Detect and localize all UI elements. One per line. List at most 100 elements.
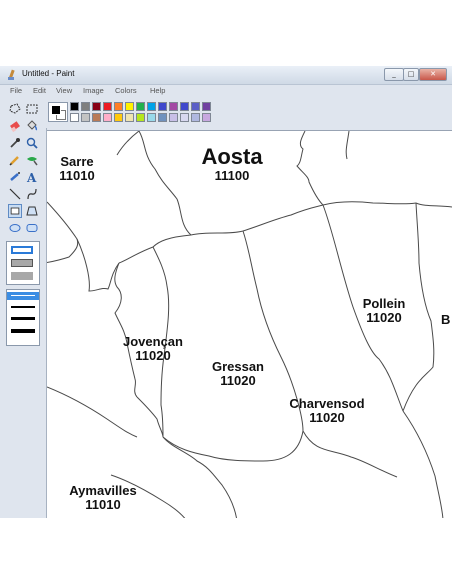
border-bottom-left bbox=[136, 396, 164, 438]
border-aosta-east bbox=[296, 131, 324, 206]
palette-swatch[interactable] bbox=[191, 102, 200, 111]
menu-image[interactable]: Image bbox=[83, 86, 104, 95]
drawing-canvas[interactable]: Sarre 11010 Aosta 11100 Jovençan 11020 G… bbox=[47, 130, 452, 518]
menu-colors[interactable]: Colors bbox=[115, 86, 137, 95]
palette-swatch[interactable] bbox=[202, 102, 211, 111]
palette-swatch[interactable] bbox=[191, 113, 200, 122]
commune-code: 11020 bbox=[309, 410, 345, 426]
border-gressan-south bbox=[162, 430, 304, 462]
palette-swatch[interactable] bbox=[125, 102, 134, 111]
palette-swatch[interactable] bbox=[169, 102, 178, 111]
palette-swatch[interactable] bbox=[158, 113, 167, 122]
menu-bar: File Edit View Image Colors Help bbox=[0, 85, 452, 97]
current-colors bbox=[48, 102, 68, 122]
commune-name: Aymavilles bbox=[69, 483, 137, 498]
commune-code: 11020 bbox=[220, 373, 256, 389]
minimize-button[interactable]: _ bbox=[384, 68, 404, 81]
palette-swatch[interactable] bbox=[103, 113, 112, 122]
commune-name: Charvensod bbox=[289, 396, 365, 411]
palette-swatch[interactable] bbox=[169, 113, 178, 122]
commune-label-pollein: Pollein 11020 bbox=[338, 296, 430, 326]
palette-swatch[interactable] bbox=[136, 102, 145, 111]
palette-swatch[interactable] bbox=[114, 102, 123, 111]
line-width-selected-bg bbox=[7, 292, 39, 300]
menu-view[interactable]: View bbox=[56, 86, 72, 95]
palette-swatch[interactable] bbox=[136, 113, 145, 122]
line-width-3[interactable] bbox=[11, 317, 35, 320]
palette-swatch[interactable] bbox=[180, 113, 189, 122]
palette-swatch[interactable] bbox=[125, 113, 134, 122]
commune-label-aymavilles: Aymavilles 11010 bbox=[53, 483, 153, 513]
palette-swatch[interactable] bbox=[180, 102, 189, 111]
menu-edit[interactable]: Edit bbox=[33, 86, 46, 95]
airbrush-icon[interactable] bbox=[8, 170, 22, 184]
close-button[interactable]: ✕ bbox=[419, 68, 447, 81]
line-width-panel bbox=[6, 289, 40, 346]
title-bar[interactable]: Untitled - Paint _ □ ✕ bbox=[0, 66, 452, 85]
palette-swatch[interactable] bbox=[158, 102, 167, 111]
palette-swatch[interactable] bbox=[147, 102, 156, 111]
fill-bucket-icon[interactable] bbox=[25, 119, 39, 133]
line-width-2[interactable] bbox=[11, 306, 35, 308]
line-width-4[interactable] bbox=[11, 329, 35, 333]
fill-style-panel bbox=[6, 241, 40, 285]
curve-icon[interactable] bbox=[25, 187, 39, 201]
palette-swatch[interactable] bbox=[81, 113, 90, 122]
magnifier-icon[interactable] bbox=[25, 136, 39, 150]
outline-fill-option[interactable] bbox=[11, 259, 33, 267]
eraser-icon[interactable] bbox=[8, 119, 22, 133]
border-sarre-jovencan bbox=[47, 201, 79, 263]
line-icon[interactable] bbox=[8, 187, 22, 201]
color-palette bbox=[46, 98, 452, 128]
palette-swatch[interactable] bbox=[114, 113, 123, 122]
border-aosta-south bbox=[190, 204, 324, 236]
paint-window: Untitled - Paint _ □ ✕ File Edit View Im… bbox=[0, 66, 452, 518]
border-far-left-lower bbox=[47, 386, 138, 438]
palette-swatch[interactable] bbox=[70, 102, 79, 111]
palette-swatch[interactable] bbox=[81, 102, 90, 111]
pencil-icon[interactable] bbox=[8, 153, 22, 167]
commune-label-charvensod: Charvensod 11020 bbox=[272, 396, 382, 426]
paint-app-icon bbox=[8, 69, 15, 80]
menu-file[interactable]: File bbox=[10, 86, 22, 95]
border-aosta-left-upper bbox=[116, 131, 140, 156]
commune-name: Sarre bbox=[60, 154, 94, 169]
free-form-select-icon[interactable] bbox=[8, 102, 22, 116]
ellipse-icon[interactable] bbox=[8, 221, 22, 235]
border-charvensod-south bbox=[302, 430, 398, 478]
rectangle-select-icon[interactable] bbox=[25, 102, 39, 116]
line-width-1[interactable] bbox=[11, 295, 35, 296]
border-aymavilles-east bbox=[162, 436, 237, 518]
palette-swatch[interactable] bbox=[103, 102, 112, 111]
maximize-button[interactable]: □ bbox=[403, 68, 419, 81]
fill-only-option[interactable] bbox=[11, 272, 33, 280]
commune-code: 11100 bbox=[214, 168, 250, 184]
commune-code: 11010 bbox=[59, 168, 95, 184]
outline-only-option[interactable] bbox=[11, 246, 33, 254]
rounded-rectangle-icon[interactable] bbox=[25, 221, 39, 235]
primary-color[interactable] bbox=[51, 105, 61, 115]
commune-name: B bbox=[441, 312, 451, 327]
commune-label-aosta: Aosta 11100 bbox=[177, 144, 287, 184]
palette-swatch[interactable] bbox=[147, 113, 156, 122]
polygon-icon[interactable] bbox=[25, 204, 39, 218]
border-jovencan-west bbox=[114, 262, 138, 398]
palette-swatch[interactable] bbox=[70, 113, 79, 122]
border-bottom-right bbox=[402, 410, 444, 518]
palette-swatch[interactable] bbox=[202, 113, 211, 122]
commune-label-sarre: Sarre 11010 bbox=[47, 154, 107, 184]
palette-swatch[interactable] bbox=[92, 102, 101, 111]
text-tool-icon[interactable]: A bbox=[25, 170, 39, 184]
rectangle-icon[interactable] bbox=[8, 204, 22, 218]
commune-name: Aosta bbox=[201, 144, 263, 169]
border-pollein-north bbox=[322, 201, 417, 206]
palette-swatch[interactable] bbox=[92, 113, 101, 122]
border-jovencan-north bbox=[118, 234, 192, 264]
commune-code: 11020 bbox=[135, 348, 171, 364]
color-picker-icon[interactable] bbox=[8, 136, 22, 150]
commune-label-jovencan: Jovençan 11020 bbox=[113, 334, 193, 364]
border-top-right-lower bbox=[415, 202, 452, 208]
brush-icon[interactable] bbox=[25, 153, 39, 167]
window-title: Untitled - Paint bbox=[22, 69, 75, 78]
menu-help[interactable]: Help bbox=[150, 86, 165, 95]
